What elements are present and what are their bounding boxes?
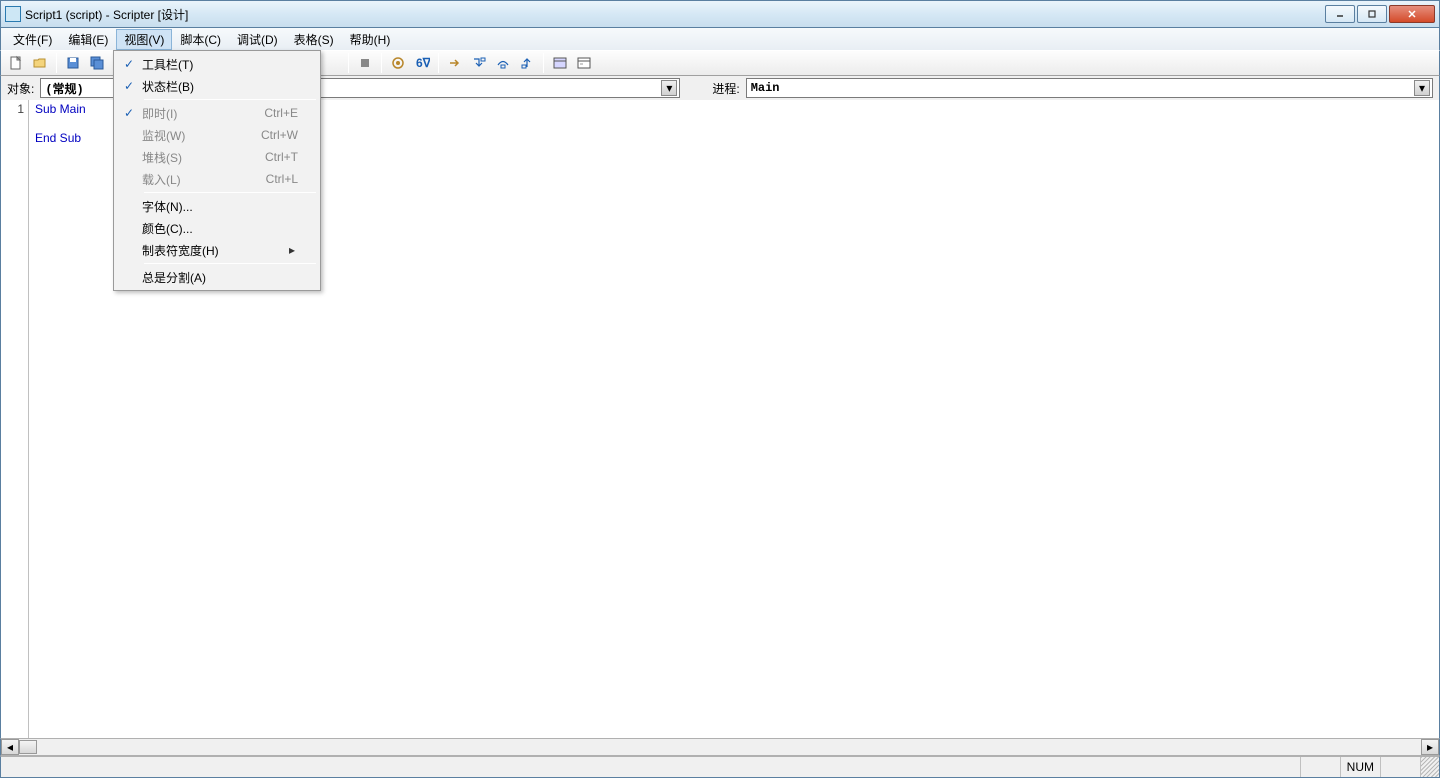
- resize-grip[interactable]: [1421, 757, 1439, 777]
- check-icon: ✓: [116, 79, 142, 93]
- menu-item-watch[interactable]: 监视(W) Ctrl+W: [116, 124, 318, 146]
- design-icon[interactable]: [549, 52, 571, 74]
- menu-item-tabwidth[interactable]: 制表符宽度(H) ▸: [116, 239, 318, 261]
- menu-item-font[interactable]: 字体(N)...: [116, 195, 318, 217]
- scroll-left-icon[interactable]: ◂: [1, 739, 19, 755]
- check-icon: ✓: [116, 106, 142, 120]
- menu-script[interactable]: 脚本(C): [172, 29, 229, 50]
- step-over-icon[interactable]: [492, 52, 514, 74]
- view-menu-dropdown: ✓ 工具栏(T) ✓ 状态栏(B) ✓ 即时(I) Ctrl+E 监视(W) C…: [113, 50, 321, 291]
- horizontal-scrollbar[interactable]: ◂ ▸: [0, 738, 1440, 756]
- proc-combo[interactable]: Main ▾: [746, 78, 1433, 98]
- menu-file[interactable]: 文件(F): [5, 29, 60, 50]
- menu-item-color[interactable]: 颜色(C)...: [116, 217, 318, 239]
- save-icon[interactable]: [62, 52, 84, 74]
- step-icon[interactable]: [444, 52, 466, 74]
- submenu-arrow-icon: ▸: [286, 243, 298, 257]
- new-icon[interactable]: [5, 52, 27, 74]
- scroll-thumb[interactable]: [19, 740, 37, 754]
- menu-item-statusbar[interactable]: ✓ 状态栏(B): [116, 75, 318, 97]
- menu-help[interactable]: 帮助(H): [342, 29, 399, 50]
- menu-edit[interactable]: 编辑(E): [60, 29, 116, 50]
- menu-debug[interactable]: 调试(D): [229, 29, 286, 50]
- step-into-icon[interactable]: [468, 52, 490, 74]
- menu-item-immediate[interactable]: ✓ 即时(I) Ctrl+E: [116, 102, 318, 124]
- menu-separator: [144, 192, 316, 193]
- maximize-button[interactable]: [1357, 5, 1387, 23]
- status-cell: [1, 757, 1301, 777]
- scroll-right-icon[interactable]: ▸: [1421, 739, 1439, 755]
- close-button[interactable]: [1389, 5, 1435, 23]
- open-icon[interactable]: [29, 52, 51, 74]
- menu-item-toolbar[interactable]: ✓ 工具栏(T): [116, 53, 318, 75]
- menu-view[interactable]: 视图(V): [116, 29, 172, 50]
- proc-label: 进程:: [712, 80, 739, 97]
- app-icon: [5, 6, 21, 22]
- breakpoint-icon[interactable]: [387, 52, 409, 74]
- status-num: NUM: [1341, 757, 1381, 777]
- stop-icon[interactable]: [354, 52, 376, 74]
- line-gutter: 1: [1, 100, 29, 738]
- watch-icon[interactable]: 6ᐁ: [411, 52, 433, 74]
- statusbar: NUM: [0, 756, 1440, 778]
- status-cap: [1301, 757, 1341, 777]
- menu-separator: [144, 99, 316, 100]
- chevron-down-icon[interactable]: ▾: [661, 80, 677, 96]
- minimize-button[interactable]: [1325, 5, 1355, 23]
- svg-text:6ᐁ: 6ᐁ: [416, 56, 430, 70]
- menubar: 文件(F) 编辑(E) 视图(V) 脚本(C) 调试(D) 表格(S) 帮助(H…: [0, 28, 1440, 50]
- menu-item-alwayssplit[interactable]: 总是分割(A): [116, 266, 318, 288]
- status-scrl: [1381, 757, 1421, 777]
- check-icon: ✓: [116, 57, 142, 71]
- chevron-down-icon[interactable]: ▾: [1414, 80, 1430, 96]
- step-out-icon[interactable]: [516, 52, 538, 74]
- menu-separator: [144, 263, 316, 264]
- menu-item-stack[interactable]: 堆栈(S) Ctrl+T: [116, 146, 318, 168]
- object-label: 对象:: [7, 80, 34, 97]
- menu-table[interactable]: 表格(S): [286, 29, 342, 50]
- menu-item-load[interactable]: 载入(L) Ctrl+L: [116, 168, 318, 190]
- window-title: Script1 (script) - Scripter [设计]: [25, 6, 1325, 23]
- titlebar: Script1 (script) - Scripter [设计]: [0, 0, 1440, 28]
- form-icon[interactable]: [573, 52, 595, 74]
- save-all-icon[interactable]: [86, 52, 108, 74]
